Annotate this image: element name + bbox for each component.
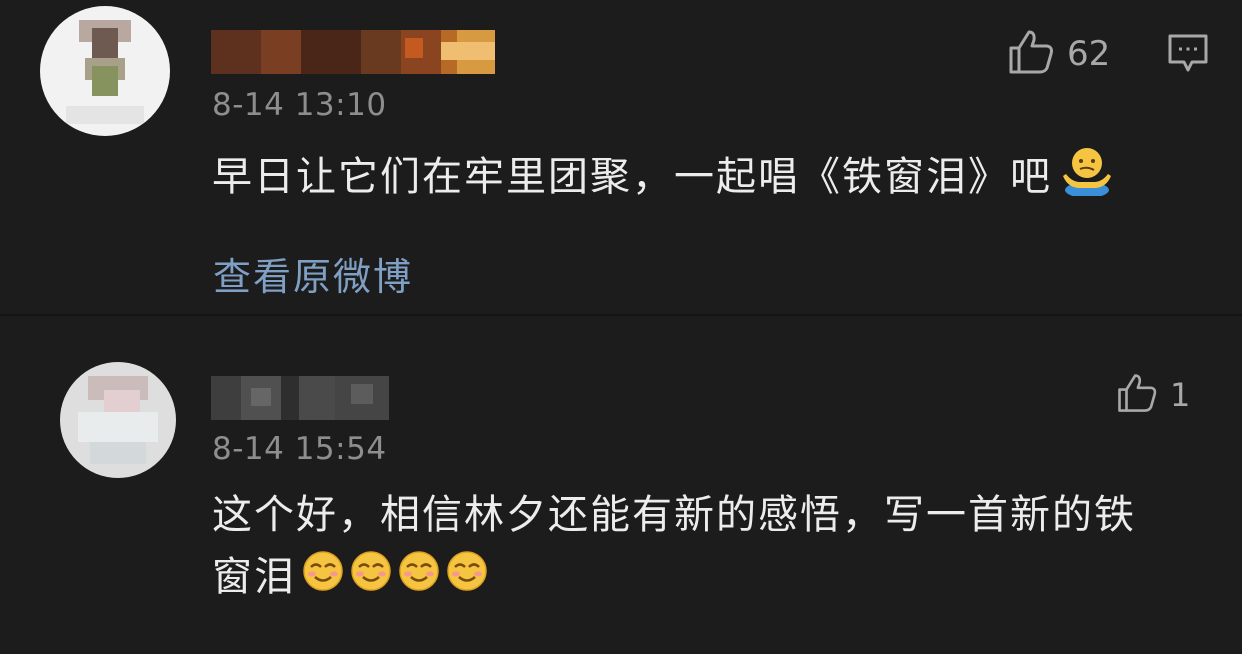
username[interactable] [211, 376, 389, 420]
comment-text-body: 早日让它们在牢里团聚，一起唱《铁窗泪》吧 [212, 154, 1052, 200]
like-count: 1 [1170, 376, 1191, 414]
avatar[interactable] [40, 6, 170, 136]
comment-text-line-2: 窗泪 [212, 546, 1212, 610]
comment-icon[interactable] [1166, 32, 1210, 78]
comment-text: 这个好，相信林夕还能有新的感悟，写一首新的铁 窗泪 [212, 484, 1212, 610]
view-original-weibo-link[interactable]: 查看原微博 [213, 246, 413, 301]
smiling-face-emoji [446, 548, 488, 610]
like-count: 62 [1067, 34, 1111, 74]
thumbs-up-icon [1007, 28, 1055, 80]
comment-time: 8-14 15:54 [212, 431, 387, 467]
comment-text-line: 这个好，相信林夕还能有新的感悟，写一首新的铁 [212, 492, 1136, 538]
smiling-face-emoji [350, 548, 392, 610]
comment-item: 8-14 15:54 这个好，相信林夕还能有新的感悟，写一首新的铁 窗泪 1 [0, 316, 1242, 654]
smiling-face-emoji [398, 548, 440, 610]
username[interactable] [211, 30, 495, 74]
comment-text-body: 窗泪 [212, 554, 296, 600]
comment-item: 8-14 13:10 早日让它们在牢里团聚，一起唱《铁窗泪》吧 查看原微博 62 [0, 0, 1242, 314]
thumbs-up-icon [1116, 372, 1158, 418]
shrugging-person-emoji [1058, 144, 1116, 214]
avatar[interactable] [60, 362, 176, 478]
comment-time: 8-14 13:10 [212, 87, 387, 123]
smiling-face-emoji [302, 548, 344, 610]
comment-text: 早日让它们在牢里团聚，一起唱《铁窗泪》吧 [212, 144, 1212, 214]
like-button[interactable]: 62 [1007, 28, 1110, 80]
like-button[interactable]: 1 [1116, 372, 1190, 418]
